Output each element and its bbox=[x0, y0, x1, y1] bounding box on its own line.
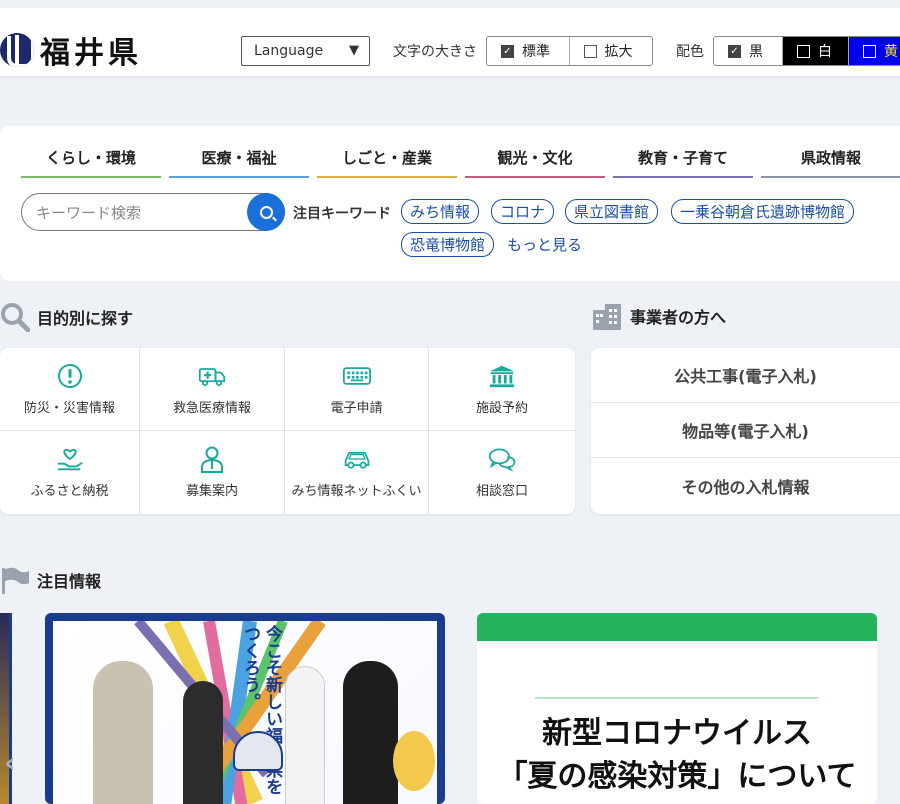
purpose-tile-label: 救急医療情報 bbox=[172, 400, 251, 416]
featured-heading: 注目情報 bbox=[0, 566, 101, 594]
tab-category[interactable]: しごと・産業 bbox=[317, 138, 457, 178]
banner-title-line2: 「夏の感染対策」について bbox=[497, 759, 857, 794]
purpose-heading: 目的別に探す bbox=[0, 302, 133, 332]
car-icon bbox=[343, 446, 371, 472]
chevron-left-icon[interactable]: ‹ bbox=[4, 746, 16, 779]
color-scheme-label: 配色 bbox=[676, 44, 704, 60]
featured-banner-covid[interactable]: 新型コロナウイルス 「夏の感染対策」について bbox=[477, 613, 877, 804]
search-input[interactable]: キーワード検索 bbox=[21, 193, 285, 231]
site-logo[interactable]: 福井県 bbox=[0, 28, 142, 72]
tab-category[interactable]: 観光・文化 bbox=[465, 138, 605, 178]
font-size-large-button[interactable]: 拡大 bbox=[570, 37, 653, 65]
ambulance-icon bbox=[198, 363, 226, 389]
featured-banner-recruitment[interactable]: 今こそ新しい福井県をつくろう。 bbox=[45, 613, 445, 804]
person-icon bbox=[198, 446, 226, 473]
tab-category[interactable]: くらし・環境 bbox=[21, 138, 161, 178]
color-scheme-toggle: ✓ 黒 白 黄 bbox=[713, 36, 900, 66]
public-works-link[interactable]: 公共工事(電子入札) bbox=[591, 348, 900, 403]
logo-text: 福井県 bbox=[40, 36, 142, 71]
buildings-icon bbox=[593, 304, 621, 330]
checkbox-icon bbox=[796, 44, 810, 58]
main-navigation: くらし・環境 医療・福祉 しごと・産業 観光・文化 教育・子育て 県政情報 キーワード検索… bbox=[0, 126, 900, 281]
color-black-text-button[interactable]: ✓ 黒 bbox=[714, 37, 783, 65]
keyword-link[interactable]: みち情報 bbox=[401, 199, 480, 224]
color-white-text-button[interactable]: 白 bbox=[782, 37, 849, 65]
other-bidding-link[interactable]: その他の入札情報 bbox=[591, 458, 900, 513]
search-button[interactable] bbox=[247, 193, 285, 231]
keywords-label: 注目キーワード bbox=[293, 206, 391, 222]
checkbox-checked-icon: ✓ bbox=[728, 44, 741, 58]
tab-category[interactable]: 県政情報 bbox=[761, 138, 900, 178]
purpose-tile[interactable]: ふるさと納税 bbox=[0, 431, 140, 514]
font-size-standard-button[interactable]: ✓ 標準 bbox=[487, 37, 570, 65]
color-yellow-text-button[interactable]: 黄 bbox=[849, 37, 900, 65]
language-select[interactable]: Language ▼ bbox=[241, 36, 370, 66]
purpose-tile-label: 電子申請 bbox=[330, 400, 383, 416]
search-placeholder: キーワード検索 bbox=[36, 203, 142, 222]
category-tabs: くらし・環境 医療・福祉 しごと・産業 観光・文化 教育・子育て 県政情報 bbox=[21, 138, 900, 178]
tab-category[interactable]: 教育・子育て bbox=[613, 138, 753, 178]
font-size-toggle: ✓ 標準 拡大 bbox=[486, 36, 653, 66]
banner-image: 今こそ新しい福井県をつくろう。 bbox=[53, 621, 437, 804]
purpose-tile[interactable]: 募集案内 bbox=[140, 431, 285, 514]
purpose-tile[interactable]: 救急医療情報 bbox=[140, 348, 285, 431]
purpose-tile-label: みち情報ネットふくい bbox=[291, 484, 422, 499]
keyword-link[interactable]: 県立図書館 bbox=[565, 199, 659, 224]
chevron-down-icon: ▼ bbox=[349, 43, 359, 58]
alert-icon bbox=[56, 363, 84, 389]
banner-title-line1: 新型コロナウイルス bbox=[542, 716, 812, 751]
header: 福井県 Language ▼ 文字の大きさ ✓ 標準 拡大 配色 ✓ 黒 白 黄 bbox=[0, 8, 900, 76]
purpose-tile-label: 募集案内 bbox=[185, 484, 238, 499]
purpose-tile[interactable]: みち情報ネットふくい bbox=[285, 431, 429, 514]
keyboard-icon bbox=[342, 363, 371, 389]
purpose-tile[interactable]: 相談窓口 bbox=[429, 431, 575, 514]
banner-caption: 今こそ新しい福井県をつくろう。 bbox=[240, 625, 282, 795]
tab-category[interactable]: 医療・福祉 bbox=[169, 138, 309, 178]
banner-top-bar bbox=[477, 613, 877, 641]
business-heading: 事業者の方へ bbox=[591, 302, 726, 330]
purpose-tile[interactable]: 施設予約 bbox=[429, 348, 575, 431]
purpose-tile-label: 相談窓口 bbox=[475, 484, 528, 499]
keyword-link[interactable]: 一乗谷朝倉氏遺跡博物館 bbox=[671, 199, 855, 224]
purpose-tile[interactable]: 電子申請 bbox=[285, 348, 429, 431]
heart-hand-icon bbox=[56, 446, 84, 472]
checkbox-icon bbox=[863, 44, 876, 58]
search-icon bbox=[1, 303, 30, 332]
purpose-tile[interactable]: 防災・災害情報 bbox=[0, 348, 140, 431]
purpose-grid: 防災・災害情報 救急医療情報 電子申請 施設予約ふるさと納税 募集案内 みち情報ネットふく… bbox=[0, 348, 575, 514]
more-keywords-link[interactable]: もっと見る bbox=[507, 234, 582, 255]
purpose-tile-label: ふるさと納税 bbox=[30, 484, 109, 499]
purpose-tile-label: 施設予約 bbox=[475, 400, 528, 416]
divider bbox=[535, 697, 819, 699]
checkbox-checked-icon: ✓ bbox=[501, 44, 514, 58]
keyword-link[interactable]: コロナ bbox=[491, 199, 555, 224]
goods-bidding-link[interactable]: 物品等(電子入札) bbox=[591, 403, 900, 458]
purpose-tile-label: 防災・災害情報 bbox=[23, 400, 115, 416]
checkbox-icon bbox=[583, 44, 597, 58]
keyword-link[interactable]: 恐竜博物館 bbox=[401, 232, 495, 257]
flag-icon bbox=[2, 567, 29, 594]
chat-icon bbox=[488, 446, 516, 472]
font-size-label: 文字の大きさ bbox=[393, 44, 477, 60]
business-links: 公共工事(電子入札) 物品等(電子入札) その他の入札情報 bbox=[591, 348, 900, 514]
building-icon bbox=[488, 363, 516, 389]
prefecture-emblem-icon bbox=[0, 33, 34, 67]
search-icon bbox=[259, 205, 273, 219]
